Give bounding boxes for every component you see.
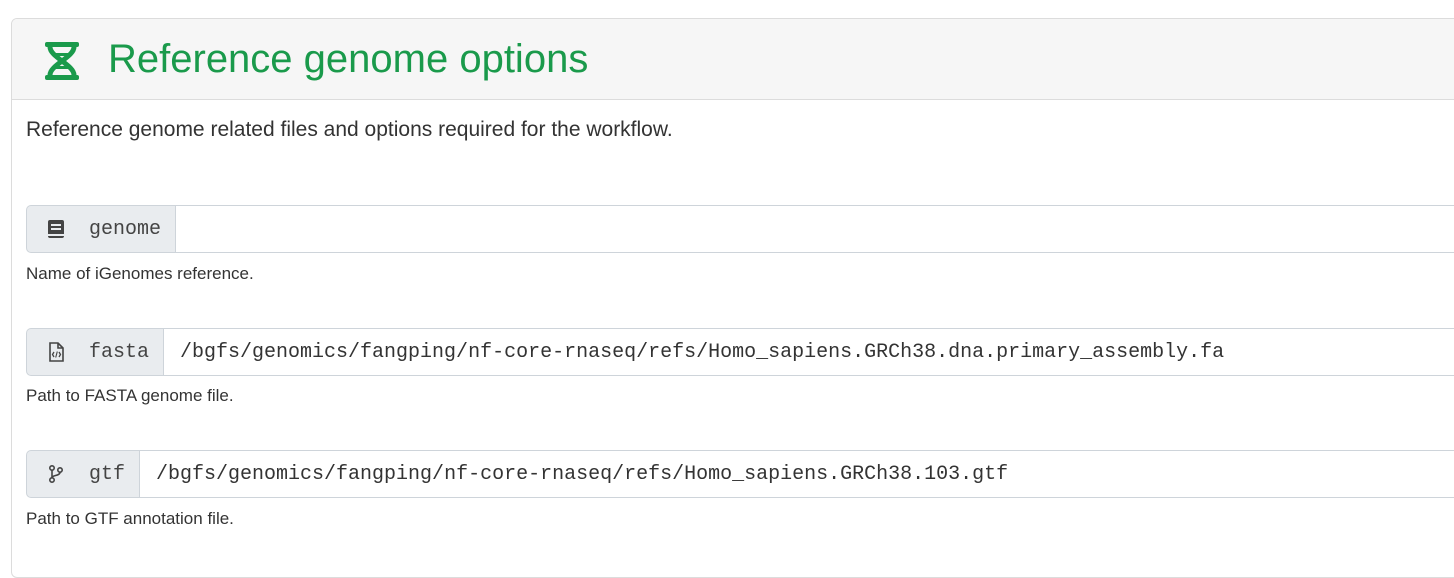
gtf-label-addon: gtf	[26, 450, 140, 498]
genome-input[interactable]	[175, 205, 1454, 253]
genome-field-group: genome	[26, 205, 1454, 253]
fasta-help-text: Path to FASTA genome file.	[26, 386, 234, 405]
dna-icon	[42, 40, 82, 82]
genome-help-text: Name of iGenomes reference.	[26, 264, 254, 283]
section-title: Reference genome options	[108, 37, 589, 81]
fasta-label-addon: fasta	[26, 328, 164, 376]
gtf-input[interactable]	[139, 450, 1454, 498]
book-icon	[45, 218, 67, 240]
gtf-help-text: Path to GTF annotation file.	[26, 509, 234, 528]
genome-label: genome	[89, 217, 162, 241]
card-header: Reference genome options	[12, 19, 1454, 100]
fasta-field-group: fasta	[26, 328, 1454, 376]
gtf-field-group: gtf	[26, 450, 1454, 498]
fasta-input[interactable]	[163, 328, 1454, 376]
file-code-icon	[45, 341, 67, 363]
code-branch-icon	[45, 463, 67, 485]
section-description: Reference genome related files and optio…	[26, 118, 673, 141]
gtf-label: gtf	[89, 462, 126, 486]
genome-label-addon: genome	[26, 205, 176, 253]
fasta-label: fasta	[89, 340, 150, 364]
